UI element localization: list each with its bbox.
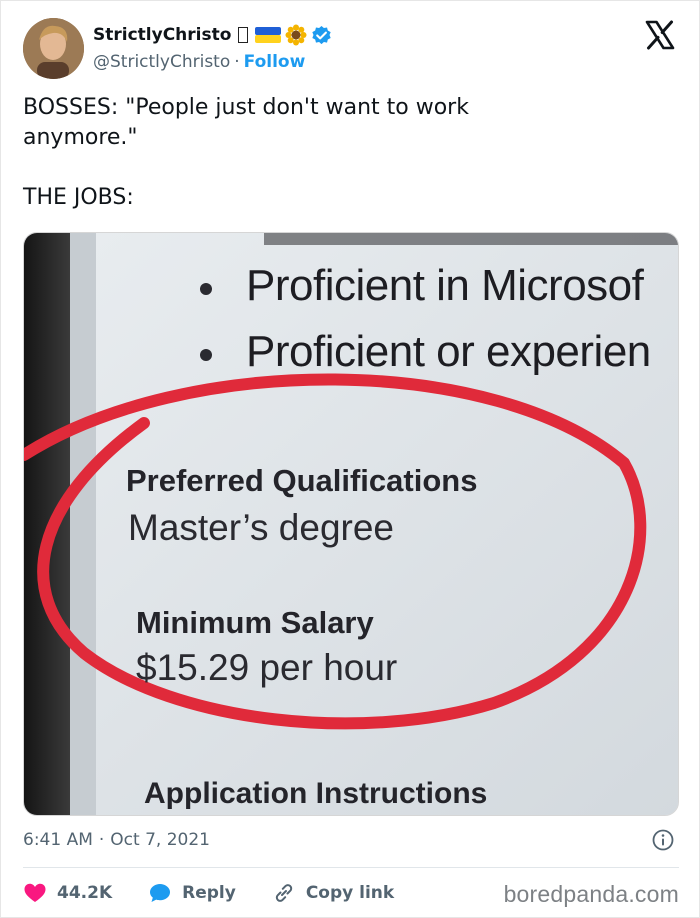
photo-heading: Application Instructions <box>144 777 488 810</box>
tweet-header: StrictlyChristo @StrictlyChristo · Follo… <box>23 18 679 80</box>
tweet-meta: 6:41 AM · Oct 7, 2021 <box>23 827 679 853</box>
heart-icon <box>24 883 46 902</box>
photo-bullet-text: Proficient or experien <box>246 327 651 376</box>
tweet-time[interactable]: 6:41 AM <box>23 830 93 850</box>
reply-bubble-icon <box>150 884 171 902</box>
watermark-logo: boredpanda.com <box>503 881 679 907</box>
photo-bullet-text: Proficient in Microsof <box>246 261 644 310</box>
tweet-text-line: anymore." <box>23 125 138 150</box>
photo-value: Master’s degree <box>128 507 394 548</box>
author-handle[interactable]: @StrictlyChristo <box>93 52 230 74</box>
x-logo-icon[interactable] <box>645 20 675 50</box>
verified-badge-icon <box>312 25 332 44</box>
tweet-text-line: THE JOBS: <box>23 185 134 210</box>
photo-heading: Minimum Salary <box>136 605 374 640</box>
author-block: StrictlyChristo @StrictlyChristo · Follo… <box>93 22 332 74</box>
photo-value: $15.29 per hour <box>136 647 398 688</box>
follow-button[interactable]: Follow <box>244 52 306 74</box>
reply-button[interactable]: Reply <box>148 881 236 905</box>
tweet-actions: 44.2K Reply Copy link boredpanda.com <box>23 877 679 909</box>
like-count: 44.2K <box>57 883 113 903</box>
tweet-date[interactable]: Oct 7, 2021 <box>110 830 210 850</box>
divider <box>23 867 679 868</box>
bullet-dot <box>200 283 212 295</box>
photo-heading: Preferred Qualifications <box>126 463 478 498</box>
sunflower-icon <box>285 24 307 46</box>
meta-separator: · <box>98 830 105 850</box>
ukraine-flag-icon <box>255 27 282 43</box>
missing-glyph-icon <box>238 27 249 43</box>
tweet-card: StrictlyChristo @StrictlyChristo · Follo… <box>0 0 700 918</box>
bullet-dot <box>200 349 212 361</box>
info-icon[interactable] <box>651 828 675 852</box>
tweet-photo[interactable]: Proficient in Microsof Proficient or exp… <box>23 232 679 816</box>
avatar[interactable] <box>23 18 84 79</box>
tweet-text-line: BOSSES: "People just don't want to work <box>23 95 469 120</box>
copy-link-label: Copy link <box>305 883 395 903</box>
author-display-name[interactable]: StrictlyChristo <box>93 25 231 45</box>
like-button[interactable]: 44.2K <box>23 881 112 905</box>
handle-separator: · <box>234 52 240 72</box>
tweet-text: BOSSES: "People just don't want to work … <box>23 93 673 213</box>
link-icon <box>275 884 292 902</box>
reply-label: Reply <box>182 883 236 903</box>
copy-link-button[interactable]: Copy link <box>272 881 394 905</box>
